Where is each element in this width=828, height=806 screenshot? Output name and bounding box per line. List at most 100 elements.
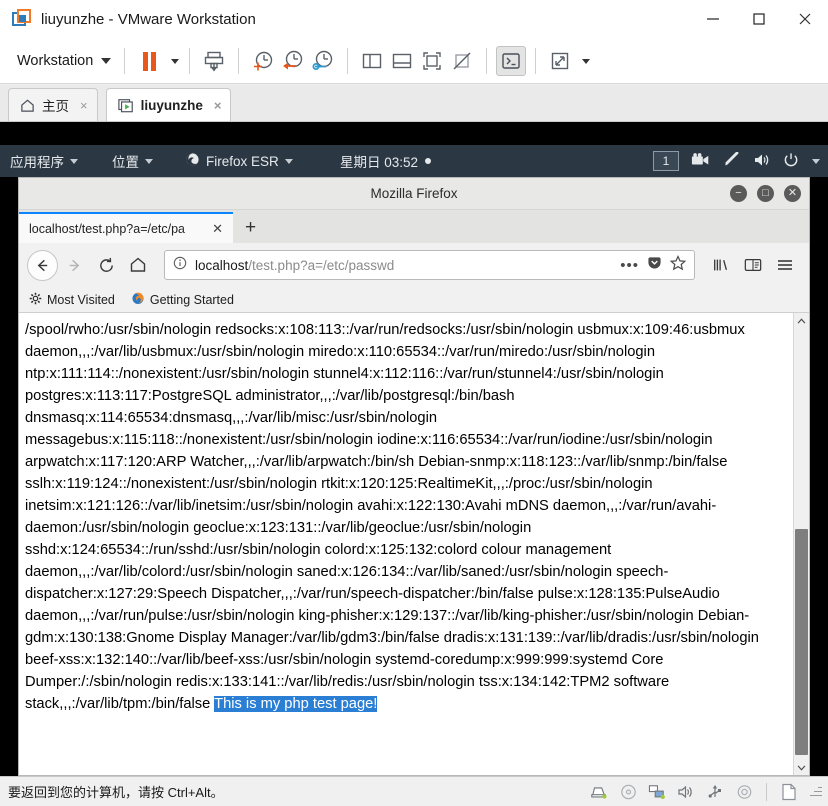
display-icon[interactable] (779, 783, 799, 801)
bookmark-getting-started[interactable]: Getting Started (131, 291, 234, 308)
panel-clock[interactable]: 星期日 03:52 (340, 151, 432, 171)
firefox-restore-button[interactable]: □ (757, 185, 774, 202)
url-path: /test.php?a=/etc/passwd (248, 257, 395, 273)
applications-menu-label: 应用程序 (10, 155, 64, 170)
firefox-minimize-button[interactable]: − (730, 185, 747, 202)
hard-disk-icon[interactable] (589, 783, 609, 801)
browser-tab[interactable]: localhost/test.php?a=/etc/pa ✕ (19, 212, 233, 243)
firefox-nav-bar: localhost/test.php?a=/etc/passwd ••• (19, 243, 809, 287)
panel-tray: 1 (653, 151, 820, 171)
close-icon[interactable]: × (214, 98, 222, 113)
clock-back-icon (283, 50, 303, 70)
stretch-button[interactable] (545, 46, 575, 76)
pocket-icon[interactable] (647, 255, 662, 275)
manage-snapshots-button[interactable] (308, 46, 338, 76)
window-title: liuyunzhe - VMware Workstation (41, 10, 256, 28)
chevron-down-icon (170, 58, 179, 64)
close-icon[interactable]: × (80, 98, 88, 113)
firefox-tab-bar: localhost/test.php?a=/etc/pa ✕ + (19, 210, 809, 243)
bookmark-most-visited[interactable]: Most Visited (29, 292, 115, 308)
status-device-icons (589, 782, 828, 801)
close-icon[interactable]: ✕ (208, 221, 227, 237)
minimize-button[interactable] (690, 0, 736, 39)
show-library-button[interactable] (357, 46, 387, 76)
firefox-title-bar: Mozilla Firefox − □ ✕ (19, 178, 809, 210)
vm-tab-liuyunzhe[interactable]: liuyunzhe × (105, 88, 232, 121)
gear-icon (29, 292, 42, 308)
toolbar-divider (535, 48, 537, 74)
power-icon[interactable] (783, 152, 800, 171)
forward-button[interactable] (58, 249, 90, 281)
usb-device-icon[interactable] (705, 783, 725, 801)
workspace-switcher[interactable]: 1 (653, 151, 679, 171)
screencast-icon[interactable] (691, 152, 711, 171)
chevron-down-icon (284, 158, 293, 164)
volume-icon[interactable] (753, 152, 771, 171)
sound-card-icon[interactable] (676, 783, 696, 801)
workstation-menu-button[interactable]: Workstation (13, 46, 115, 76)
printer-icon[interactable] (734, 783, 754, 801)
page-info-icon[interactable] (173, 256, 187, 275)
fullscreen-icon (423, 52, 441, 70)
toolbar-divider (124, 48, 126, 74)
vm-tab-home[interactable]: 主页 × (8, 88, 98, 121)
cd-dvd-icon[interactable] (618, 783, 638, 801)
clock-plus-icon (254, 51, 273, 71)
home-button[interactable] (122, 249, 154, 281)
close-button[interactable] (782, 0, 828, 39)
window-controls (690, 0, 828, 39)
network-adapter-icon[interactable] (647, 783, 667, 801)
maximize-button[interactable] (736, 0, 782, 39)
scrollbar-thumb[interactable] (795, 529, 808, 755)
pause-vm-button[interactable] (134, 46, 164, 76)
vm-guest-screen[interactable]: 应用程序 位置 Firefox ESR 星期日 03:52 1 Mozilla … (0, 122, 828, 776)
firefox-close-button[interactable]: ✕ (784, 185, 801, 202)
sidebar-button[interactable] (737, 249, 769, 281)
revert-snapshot-button[interactable] (278, 46, 308, 76)
take-snapshot-button[interactable] (248, 46, 278, 76)
unity-mode-button[interactable] (447, 46, 477, 76)
show-thumbnail-bar-button[interactable] (387, 46, 417, 76)
unity-off-icon (453, 52, 471, 70)
chevron-down-icon[interactable] (812, 158, 820, 164)
full-screen-button[interactable] (417, 46, 447, 76)
firefox-window-title: Mozilla Firefox (370, 186, 458, 201)
places-menu[interactable]: 位置 (102, 145, 163, 177)
back-button[interactable] (27, 249, 58, 281)
vmware-workstation-window: liuyunzhe - VMware Workstation Workstati… (0, 0, 828, 806)
vm-tab-strip: 主页 × liuyunzhe × (0, 85, 828, 122)
hamburger-menu-button[interactable] (769, 249, 801, 281)
firefox-icon (185, 152, 200, 170)
printer-download-icon (205, 51, 224, 72)
resize-grip[interactable] (808, 785, 822, 799)
console-button[interactable] (496, 46, 527, 76)
toolbar-divider (189, 48, 191, 74)
url-host: localhost (195, 257, 249, 273)
ellipsis-icon[interactable]: ••• (620, 257, 639, 274)
page-scrollbar[interactable] (793, 313, 809, 775)
address-bar[interactable]: localhost/test.php?a=/etc/passwd ••• (164, 250, 695, 280)
pause-icon (142, 51, 156, 71)
library-button[interactable] (705, 249, 737, 281)
clock-wrench-icon (312, 50, 333, 70)
clock-label: 星期日 03:52 (340, 155, 419, 170)
firefox-icon (131, 291, 145, 308)
applications-menu[interactable]: 应用程序 (0, 145, 88, 177)
vmware-status-bar: 要返回到您的计算机，请按 Ctrl+Alt。 (0, 776, 828, 806)
pen-tablet-icon[interactable] (723, 151, 741, 171)
stretch-dropdown-button[interactable] (575, 46, 591, 76)
star-icon[interactable] (669, 254, 687, 276)
firefox-window-menu[interactable]: Firefox ESR (175, 145, 303, 177)
pause-dropdown-button[interactable] (164, 46, 180, 76)
bookmark-label: Getting Started (149, 292, 234, 307)
firefox-window-controls: − □ ✕ (730, 185, 801, 202)
vm-screen-icon (117, 98, 134, 113)
reload-button[interactable] (90, 249, 122, 281)
page-content-area[interactable]: /spool/rwho:/usr/sbin/nologin redsocks:x… (19, 313, 809, 775)
new-tab-button[interactable]: + (233, 212, 268, 243)
install-tools-button[interactable] (199, 46, 229, 76)
scroll-up-arrow-icon[interactable] (794, 313, 809, 328)
workstation-menu-label: Workstation (17, 53, 94, 69)
scroll-down-arrow-icon[interactable] (794, 760, 809, 775)
chevron-down-icon (145, 158, 153, 164)
